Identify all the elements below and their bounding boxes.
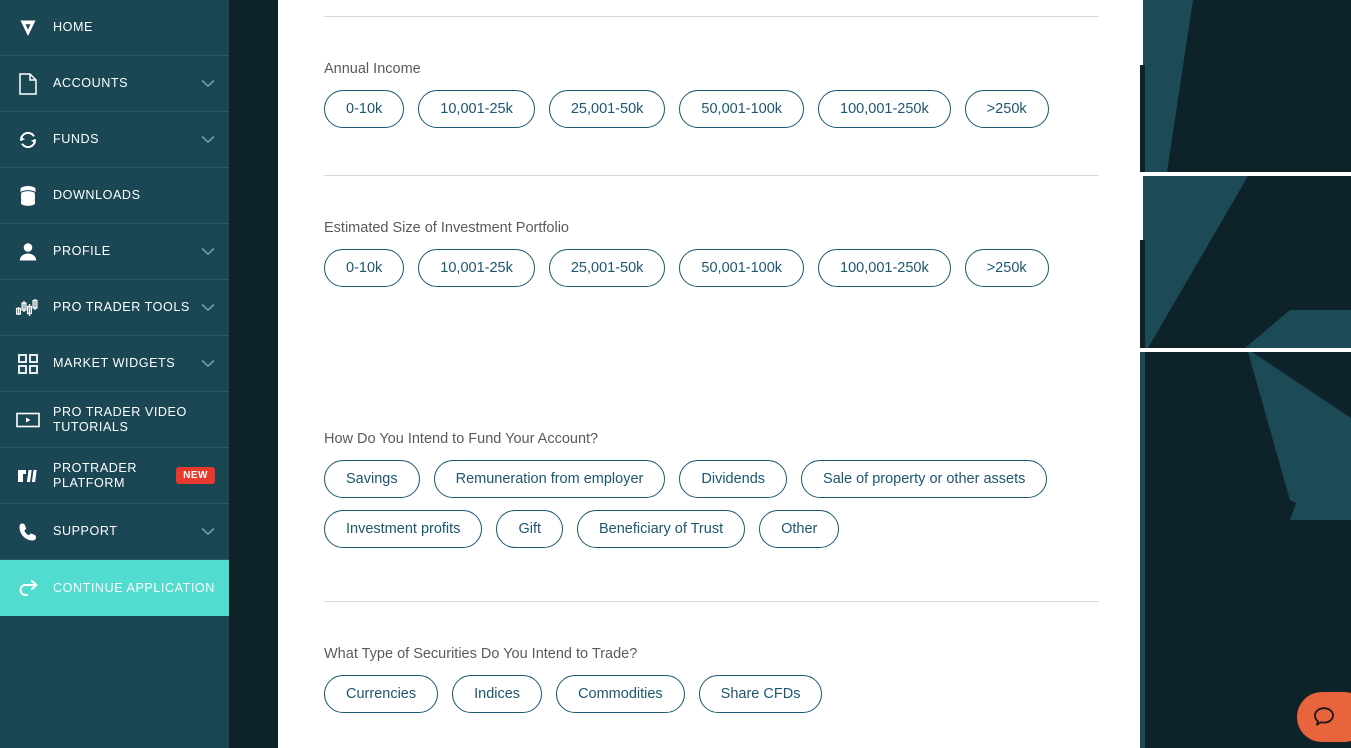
section-securities-type: What Type of Securities Do You Intend to… [324,645,836,725]
option-chip[interactable]: 25,001-50k [548,249,666,287]
sidebar-item-market-widgets[interactable]: MARKET WIDGETS [0,336,229,392]
option-chip[interactable]: 100,001-250k [818,249,951,287]
section-funding-method: How Do You Intend to Fund Your Account? … [324,430,1099,560]
database-icon [8,182,48,210]
sidebar-item-label: SUPPORT [53,524,118,538]
option-chip[interactable]: >250k [964,90,1049,128]
option-chip[interactable]: Dividends [679,460,788,498]
option-chip[interactable]: Gift [496,510,563,548]
document-icon [8,70,48,98]
chat-bubble-icon [1311,704,1337,730]
chat-support-button[interactable] [1297,692,1351,742]
sidebar-item-continue-application[interactable]: CONTINUE APPLICATION [0,560,229,616]
sidebar-nav-list: HOME ACCOUNTS FUNDS DOWNLOADS PROFILE PR… [0,0,229,616]
page-root: HOME ACCOUNTS FUNDS DOWNLOADS PROFILE PR… [0,0,1351,748]
option-chip[interactable]: Other [759,510,840,548]
sidebar-item-label: CONTINUE APPLICATION [53,580,215,595]
sidebar-item-accounts[interactable]: ACCOUNTS [0,56,229,112]
sidebar-item-protrader-platform[interactable]: PROTRADER PLATFORM NEW [0,448,229,504]
option-chip[interactable]: 50,001-100k [679,249,805,287]
candlestick-chart-icon [8,294,48,322]
sidebar-item-label: MARKET WIDGETS [53,356,176,370]
option-chip[interactable]: 0-10k [324,90,405,128]
option-chip[interactable]: 25,001-50k [548,90,666,128]
option-chip-group: 0-10k 10,001-25k 25,001-50k 50,001-100k … [324,90,1063,140]
refresh-circle-icon [8,126,48,154]
decorative-geometric-panel [1140,0,1351,748]
option-chip[interactable]: 10,001-25k [418,249,535,287]
option-chip-group: 0-10k 10,001-25k 25,001-50k 50,001-100k … [324,249,1063,299]
divider [324,601,1099,602]
sidebar-item-label: FUNDS [53,132,100,146]
sidebar-item-profile[interactable]: PROFILE [0,224,229,280]
chevron-down-icon[interactable] [197,79,219,88]
sidebar-item-funds[interactable]: FUNDS [0,112,229,168]
sidebar-item-label: PRO TRADER TOOLS [53,300,190,314]
option-chip[interactable]: 50,001-100k [679,90,805,128]
sidebar: HOME ACCOUNTS FUNDS DOWNLOADS PROFILE PR… [0,0,229,748]
sidebar-item-label: HOME [53,20,93,34]
option-chip[interactable]: Currencies [324,675,439,713]
sidebar-item-home[interactable]: HOME [0,0,229,56]
option-chip[interactable]: 100,001-250k [818,90,951,128]
sidebar-item-pro-trader-tools[interactable]: PRO TRADER TOOLS [0,280,229,336]
option-chip[interactable]: >250k [964,249,1049,287]
section-annual-income: Annual Income 0-10k 10,001-25k 25,001-50… [324,60,1063,140]
option-chip-group: Currencies Indices Commodities Share CFD… [324,675,836,725]
option-chip[interactable]: Savings [324,460,420,498]
sidebar-item-label: PROTRADER PLATFORM [53,460,138,490]
arrow-forward-curve-icon [8,574,48,602]
option-chip[interactable]: Sale of property or other assets [801,460,1048,498]
video-player-icon [8,406,48,434]
field-label: Estimated Size of Investment Portfolio [324,220,569,236]
chevron-down-icon[interactable] [197,359,219,368]
option-chip[interactable]: Remuneration from employer [433,460,666,498]
protrader-logo-icon [8,462,48,490]
sidebar-item-downloads[interactable]: DOWNLOADS [0,168,229,224]
sidebar-item-support[interactable]: SUPPORT [0,504,229,560]
option-chip[interactable]: 0-10k [324,249,405,287]
field-label: Annual Income [324,61,421,77]
field-label: How Do You Intend to Fund Your Account? [324,431,599,447]
sidebar-item-label: DOWNLOADS [53,188,141,202]
divider [324,175,1099,176]
section-investment-portfolio-size: Estimated Size of Investment Portfolio 0… [324,219,1063,299]
phone-icon [8,518,48,546]
option-chip-group: Savings Remuneration from employer Divid… [324,460,1064,560]
chevron-down-icon[interactable] [197,247,219,256]
logo-v-icon [8,14,48,42]
user-icon [8,238,48,266]
divider [324,16,1099,17]
option-chip[interactable]: 10,001-25k [418,90,535,128]
option-chip[interactable]: Commodities [556,675,685,713]
field-label: What Type of Securities Do You Intend to… [324,646,638,662]
grid-squares-icon [8,350,48,378]
option-chip[interactable]: Indices [452,675,543,713]
sidebar-item-label: PRO TRADER VIDEO TUTORIALS [53,404,187,434]
sidebar-item-label: PROFILE [53,244,111,258]
chevron-down-icon[interactable] [197,303,219,312]
main-content: Annual Income 0-10k 10,001-25k 25,001-50… [278,0,1140,748]
option-chip[interactable]: Share CFDs [698,675,823,713]
option-chip[interactable]: Investment profits [324,510,483,548]
sidebar-item-pro-trader-video-tutorials[interactable]: PRO TRADER VIDEO TUTORIALS [0,392,229,448]
chevron-down-icon[interactable] [197,135,219,144]
chevron-down-icon[interactable] [197,527,219,536]
option-chip[interactable]: Beneficiary of Trust [577,510,746,548]
status-badge: NEW [176,467,215,484]
sidebar-item-label: ACCOUNTS [53,76,129,90]
